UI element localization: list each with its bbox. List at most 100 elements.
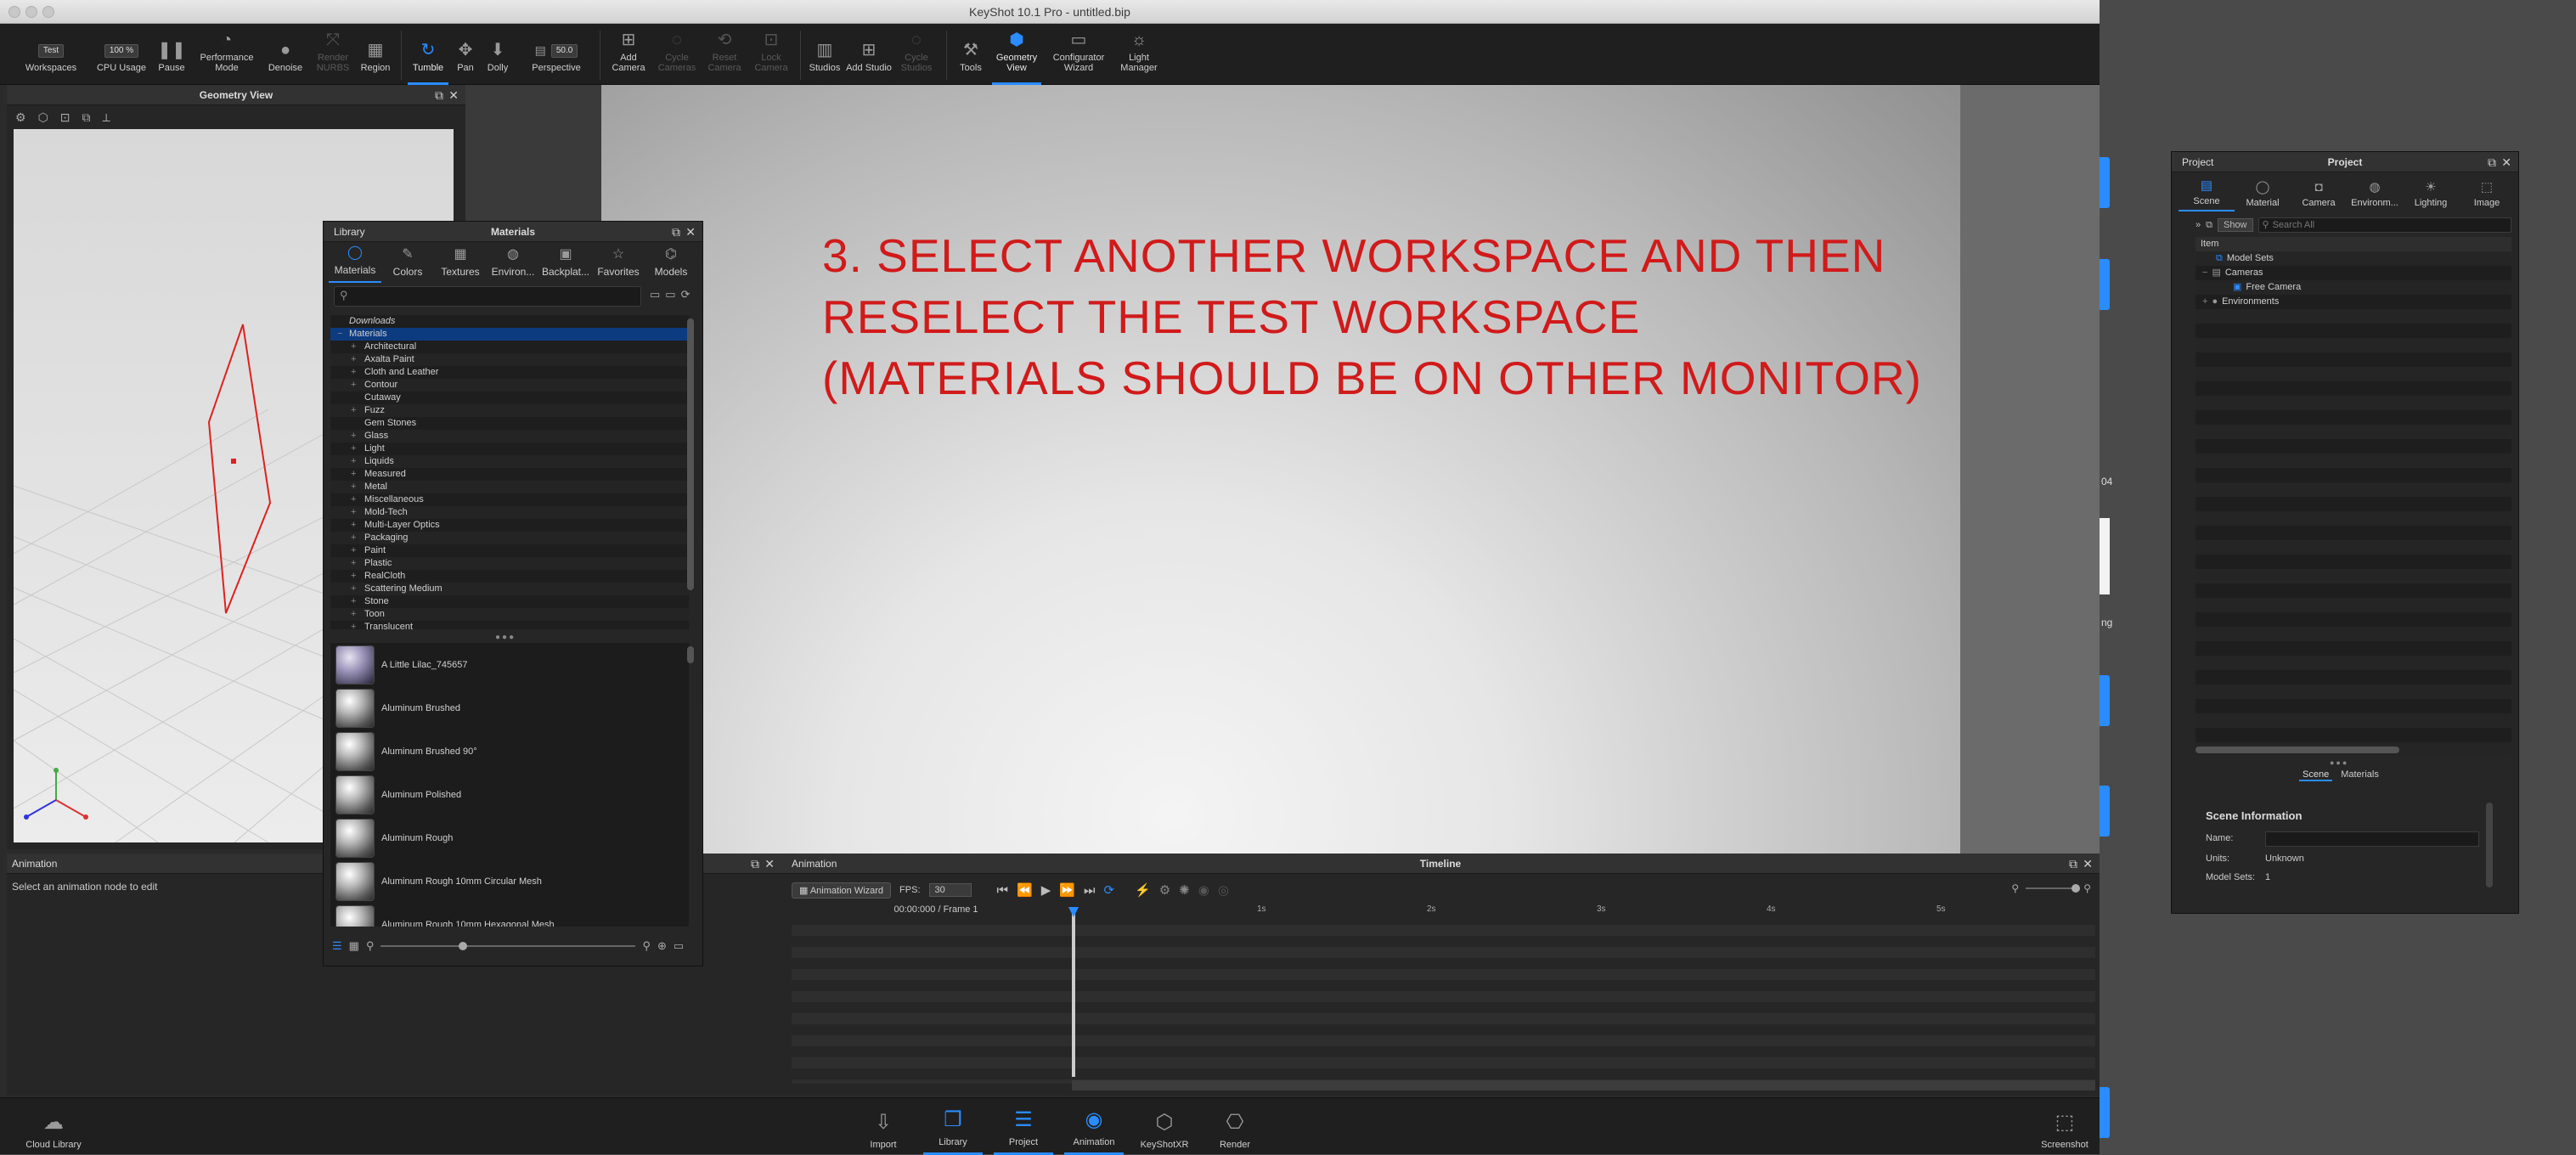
tree-scrollbar[interactable] — [687, 318, 694, 590]
material-item[interactable]: Aluminum Polished — [330, 773, 689, 816]
tree-item-environments[interactable]: + ● Environments — [2196, 295, 2511, 309]
layers-icon[interactable]: ⧉ — [82, 110, 91, 125]
tab-environment[interactable]: ◍ Environm... — [2347, 172, 2403, 211]
marker-icon[interactable]: ◎ — [1218, 882, 1229, 898]
tab-backplates[interactable]: ▣ Backplat... — [539, 242, 592, 283]
tab-materials[interactable]: ◯ Materials — [329, 242, 381, 283]
tree-item[interactable]: Cutaway — [330, 392, 689, 404]
playhead[interactable] — [1072, 907, 1075, 1077]
tab-favorites[interactable]: ☆ Favorites — [592, 242, 645, 283]
fps-select[interactable]: 30 — [928, 883, 972, 897]
desktop-window-edge[interactable] — [2100, 675, 2110, 726]
tree-item[interactable]: + Stone — [330, 595, 689, 608]
project-button[interactable]: ☰ Project — [994, 1098, 1053, 1155]
folder-add-icon[interactable]: ▭ — [665, 288, 680, 301]
timeline-scrollbar[interactable] — [1072, 1080, 2095, 1090]
zoom-in-icon[interactable]: ⚲ — [2083, 882, 2091, 894]
add-studio-button[interactable]: ⊞ Add Studio — [846, 24, 892, 85]
tab-material[interactable]: ◯ Material — [2235, 172, 2291, 211]
tree-item[interactable]: + RealCloth — [330, 570, 689, 583]
tree-item[interactable]: + Measured — [330, 468, 689, 481]
tab-scene[interactable]: ▤ Scene — [2179, 172, 2235, 211]
list-view-icon[interactable]: ☰ — [332, 939, 342, 953]
tree-item[interactable]: + Miscellaneous — [330, 493, 689, 506]
tree-item[interactable]: + Mold-Tech — [330, 506, 689, 519]
tab-materials-info[interactable]: Materials — [2337, 769, 2382, 781]
collapse-icon[interactable]: − — [2202, 268, 2207, 278]
expand-icon[interactable]: + — [351, 506, 356, 519]
scene-name-field[interactable] — [2265, 831, 2479, 847]
expand-icon[interactable]: + — [351, 366, 356, 379]
tree-item-cameras[interactable]: − ▤ Cameras — [2196, 266, 2511, 280]
scene-info-scrollbar[interactable] — [2486, 803, 2493, 887]
expand-icon[interactable]: + — [351, 608, 356, 621]
tab-colors[interactable]: ✎ Colors — [381, 242, 434, 283]
loop-icon[interactable]: ⟳ — [1103, 882, 1114, 898]
expand-icon[interactable]: + — [351, 570, 356, 583]
tree-item[interactable]: + Axalta Paint — [330, 353, 689, 366]
thumbnail-scrollbar[interactable] — [687, 646, 694, 663]
workspace-select[interactable]: Test — [37, 44, 65, 58]
axis-icon[interactable]: ⟂ — [103, 110, 110, 125]
skip-start-icon[interactable]: ⏮ — [997, 883, 1009, 898]
close-icon[interactable]: ✕ — [2083, 854, 2093, 874]
folder-open-icon[interactable]: ▭ — [674, 939, 684, 953]
render-settings-icon[interactable]: ✺ — [1179, 882, 1190, 898]
tree-item[interactable]: + Contour — [330, 379, 689, 392]
expand-icon[interactable]: + — [351, 557, 356, 570]
splitter-handle-icon[interactable]: ●●● — [2330, 758, 2348, 767]
tree-item[interactable]: + Cloth and Leather — [330, 366, 689, 379]
folder-icon[interactable]: ▭ — [650, 288, 665, 301]
timeline-settings-icon[interactable]: ⚙ — [1159, 882, 1170, 898]
tab-models[interactable]: ⌬ Models — [645, 242, 697, 283]
zoom-in-icon[interactable]: ⚲ — [642, 939, 651, 953]
material-item[interactable]: Aluminum Brushed 90° — [330, 730, 689, 773]
tree-item-free-camera[interactable]: ▣ Free Camera — [2196, 280, 2511, 295]
tree-item[interactable]: + Metal — [330, 481, 689, 493]
tree-item-materials[interactable]: − Materials — [330, 328, 689, 341]
perspective-button[interactable]: ▤ 50.0 Perspective — [520, 24, 593, 85]
expand-icon[interactable]: + — [351, 621, 356, 629]
dolly-button[interactable]: ⬇ Dolly — [481, 24, 515, 85]
scene-search-input[interactable]: ⚲ Search All — [2258, 217, 2511, 233]
tumble-button[interactable]: ↻ Tumble — [408, 24, 448, 85]
zoom-slider[interactable] — [2026, 884, 2081, 893]
material-item[interactable]: Aluminum Brushed — [330, 686, 689, 730]
tree-item[interactable]: + Scattering Medium — [330, 583, 689, 595]
keyshotxr-button[interactable]: ⬡ KeyShotXR — [1135, 1098, 1194, 1155]
show-dropdown[interactable]: Show — [2217, 218, 2253, 232]
animation-wizard-button[interactable]: ▦ Animation Wizard — [792, 882, 892, 899]
cpu-usage-field[interactable]: 100 % — [104, 44, 139, 58]
project-titlebar[interactable]: Project Project ⧉ ✕ — [2172, 152, 2518, 172]
expand-icon[interactable]: + — [351, 493, 356, 506]
add-material-icon[interactable]: ⊕ — [657, 939, 667, 953]
scene-filter-icon[interactable]: ⧉ — [2206, 220, 2212, 231]
tree-item-model-sets[interactable]: ⧉ Model Sets — [2196, 251, 2511, 266]
region-button[interactable]: ▦ Region — [357, 24, 394, 85]
undock-icon[interactable]: ⧉ — [435, 85, 443, 105]
render-button[interactable]: ⎔ Render — [1205, 1098, 1265, 1155]
library-titlebar[interactable]: Library Materials ⧉ ✕ — [324, 222, 702, 242]
tab-image[interactable]: ⬚ Image — [2459, 172, 2515, 211]
tree-item[interactable]: + Multi-Layer Optics — [330, 519, 689, 532]
tree-item[interactable]: + Light — [330, 442, 689, 455]
cpu-usage-button[interactable]: 100 % CPU Usage — [92, 24, 151, 85]
close-icon[interactable]: ✕ — [2501, 152, 2511, 172]
undock-icon[interactable]: ⧉ — [751, 854, 759, 874]
step-forward-icon[interactable]: ⏩ — [1059, 882, 1075, 898]
expand-icon[interactable]: + — [351, 544, 356, 557]
pause-button[interactable]: ❚❚ Pause — [153, 24, 190, 85]
desktop-window-edge[interactable] — [2100, 786, 2110, 837]
material-item[interactable]: A Little Lilac_745657 — [330, 643, 689, 686]
tab-environments[interactable]: ◍ Environ... — [487, 242, 539, 283]
tab-scene-info[interactable]: Scene — [2299, 769, 2333, 781]
grid-view-icon[interactable]: ▦ — [349, 939, 359, 953]
expand-icon[interactable]: + — [351, 532, 356, 544]
skip-end-icon[interactable]: ⏭ — [1084, 883, 1096, 898]
render-nurbs-button[interactable]: ⤧ Render NURBS — [309, 24, 357, 85]
collapse-icon[interactable]: − — [337, 328, 342, 341]
cycle-studios-button[interactable]: ◌ Cycle Studios — [892, 24, 941, 85]
tree-item-downloads[interactable]: Downloads — [330, 315, 689, 328]
timeline-tracks[interactable] — [792, 914, 2095, 1084]
close-icon[interactable]: ✕ — [685, 222, 696, 242]
